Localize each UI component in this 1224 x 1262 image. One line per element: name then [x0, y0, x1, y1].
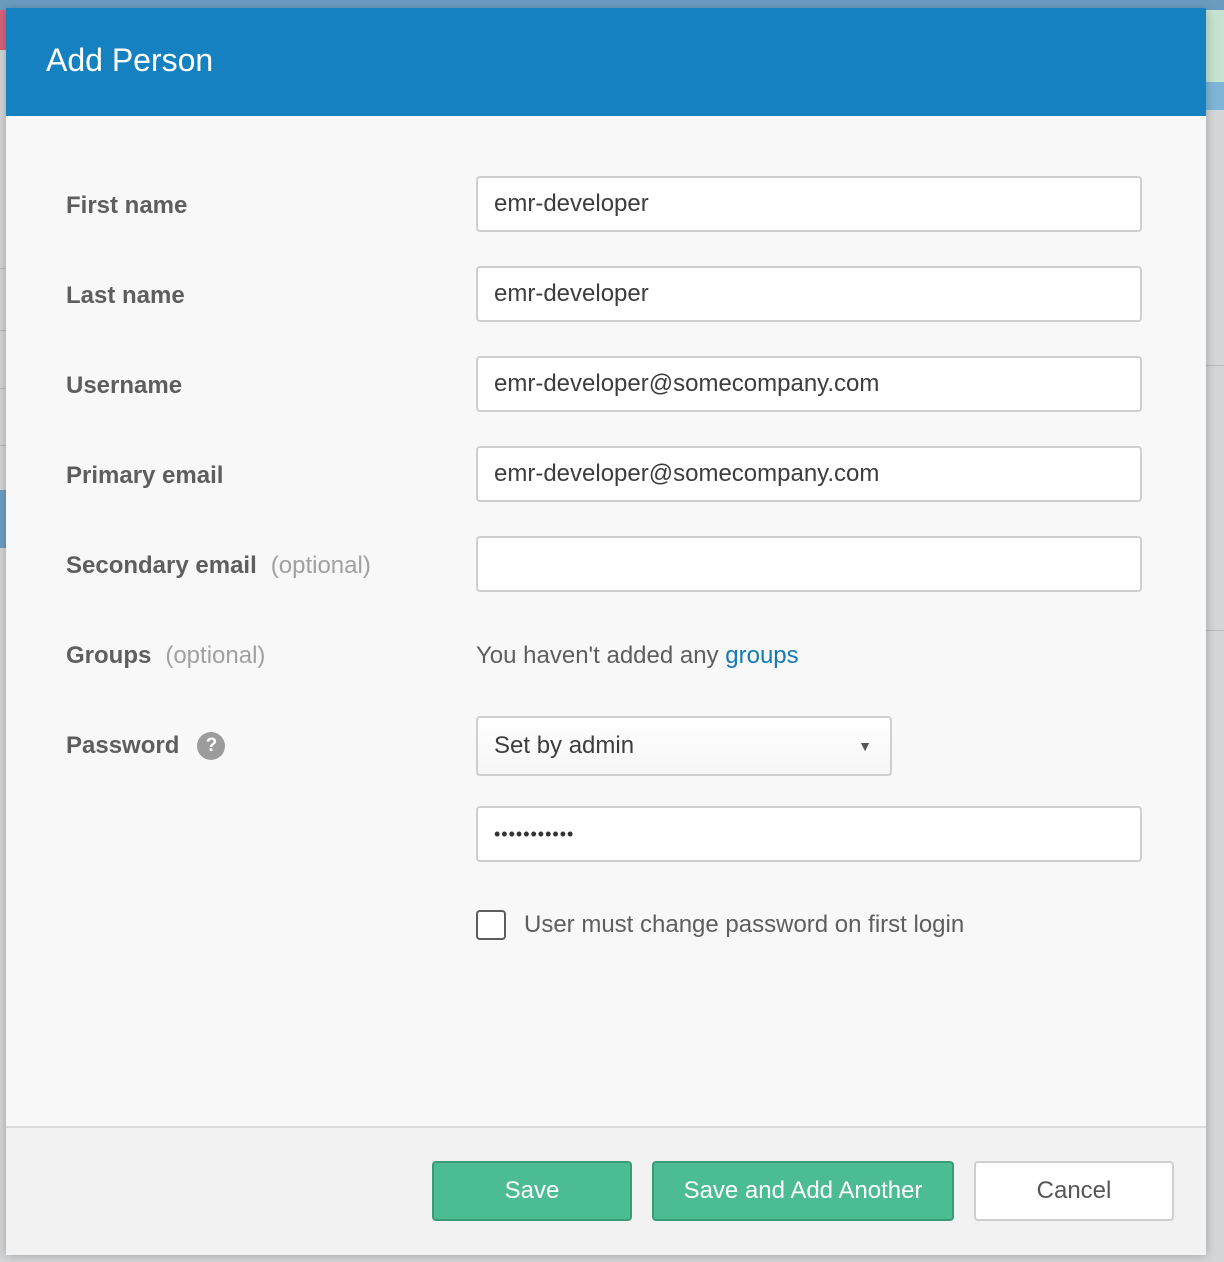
groups-link[interactable]: groups	[725, 642, 798, 669]
groups-empty-text: You haven't added any	[476, 642, 726, 669]
must-change-password-label[interactable]: User must change password on first login	[524, 906, 964, 944]
password-label: Password?	[66, 716, 226, 776]
modal-footer: Save Save and Add Another Cancel	[6, 1126, 1206, 1255]
secondary-email-field[interactable]	[476, 536, 1142, 592]
last-name-row: Last name emr-developer	[6, 266, 1206, 326]
secondary-email-label-text: Secondary email	[66, 552, 257, 579]
background-divider	[1206, 365, 1224, 366]
password-row: Password? Set by admin ▼	[6, 716, 1206, 776]
must-change-password-checkbox[interactable]	[476, 910, 506, 940]
optional-tag: (optional)	[270, 552, 371, 579]
username-label: Username	[66, 372, 183, 399]
save-button[interactable]: Save	[432, 1161, 632, 1221]
username-field[interactable]: emr-developer@somecompany.com	[476, 356, 1142, 412]
password-field[interactable]: •••••••••••	[476, 806, 1142, 862]
first-name-field[interactable]: emr-developer	[476, 176, 1142, 232]
modal-title: Add Person	[46, 42, 214, 78]
groups-empty-message: You haven't added any groups	[476, 626, 799, 686]
primary-email-field[interactable]: emr-developer@somecompany.com	[476, 446, 1142, 502]
secondary-email-row: Secondary email (optional)	[6, 536, 1206, 596]
background-divider	[1206, 630, 1224, 631]
first-name-label: First name	[66, 192, 188, 219]
must-change-password-row: User must change password on first login	[476, 906, 1176, 946]
first-name-row: First name emr-developer	[6, 176, 1206, 236]
password-mode-value: Set by admin	[494, 732, 635, 759]
secondary-email-label: Secondary email (optional)	[66, 536, 371, 596]
modal-header: Add Person	[6, 8, 1206, 116]
last-name-field[interactable]: emr-developer	[476, 266, 1142, 322]
password-mode-select[interactable]: Set by admin ▼	[476, 716, 892, 776]
password-input-row: •••••••••••	[6, 806, 1206, 866]
save-and-add-another-button[interactable]: Save and Add Another	[652, 1161, 954, 1221]
background-right-button	[1204, 10, 1224, 82]
username-row: Username emr-developer@somecompany.com	[6, 356, 1206, 416]
last-name-label: Last name	[66, 282, 185, 309]
optional-tag: (optional)	[165, 642, 266, 669]
groups-label-text: Groups	[66, 642, 152, 669]
password-label-text: Password	[66, 732, 180, 759]
primary-email-label: Primary email	[66, 462, 224, 489]
groups-row: Groups (optional) You haven't added any g…	[6, 626, 1206, 686]
groups-label: Groups (optional)	[66, 626, 265, 686]
cancel-button[interactable]: Cancel	[974, 1161, 1174, 1221]
primary-email-row: Primary email emr-developer@somecompany.…	[6, 446, 1206, 506]
add-person-modal: Add Person First name emr-developer Last…	[6, 8, 1206, 1255]
question-icon[interactable]: ?	[197, 732, 226, 760]
chevron-down-icon: ▼	[858, 738, 872, 754]
